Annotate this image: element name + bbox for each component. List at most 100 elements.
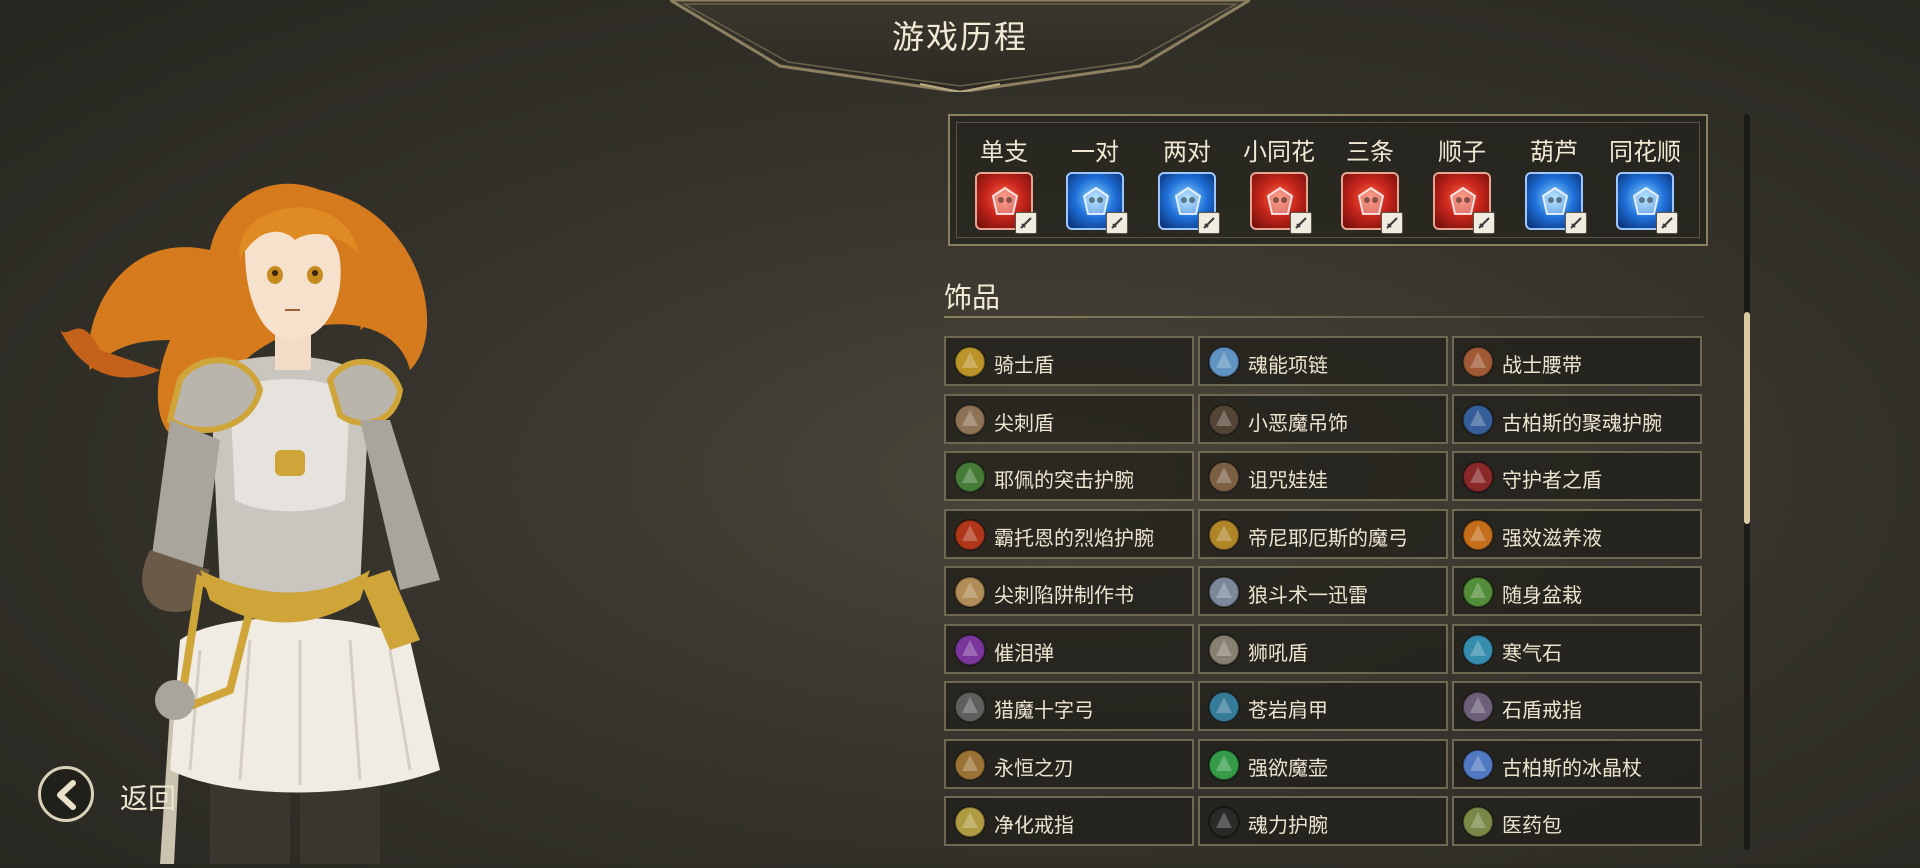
accessory-item-label: 狮吼盾 bbox=[1248, 640, 1308, 665]
hand-type-3[interactable]: 两对 bbox=[1141, 132, 1233, 234]
accessory-item[interactable]: 医药包 bbox=[1452, 796, 1702, 846]
accessory-item[interactable]: 催泪弹 bbox=[944, 623, 1194, 674]
character-portrait bbox=[60, 170, 540, 864]
accessory-item[interactable]: 帝尼耶厄斯的魔弓 bbox=[1198, 508, 1448, 559]
accessory-item[interactable]: 古柏斯的冰晶杖 bbox=[1452, 738, 1702, 789]
potted-plant-icon bbox=[1458, 572, 1498, 612]
back-arrow-icon bbox=[38, 766, 94, 822]
back-button[interactable]: 返回 bbox=[38, 764, 198, 828]
accessory-item[interactable]: 魂能项链 bbox=[1198, 336, 1448, 386]
hand-type-1[interactable]: 单支 bbox=[958, 132, 1050, 234]
accessory-item-label: 魂能项链 bbox=[1248, 353, 1328, 377]
accessory-item[interactable]: 狼斗术一迅雷 bbox=[1198, 566, 1448, 616]
accessory-item-label: 狼斗术一迅雷 bbox=[1248, 583, 1368, 607]
hand-type-2[interactable]: 一对 bbox=[1049, 132, 1141, 234]
header-banner: 游戏历程 bbox=[670, 0, 1250, 92]
accessory-item[interactable]: 魂力护腕 bbox=[1198, 796, 1448, 846]
accessory-item-label: 古柏斯的聚魂护腕 bbox=[1502, 410, 1662, 435]
section-title-accessories: 饰品 bbox=[944, 281, 1001, 314]
sword-slash-icon bbox=[1250, 172, 1312, 234]
accessory-item[interactable]: 苍岩肩甲 bbox=[1198, 681, 1448, 731]
lion-crest-icon bbox=[1158, 172, 1220, 234]
purify-ring-icon bbox=[950, 802, 990, 842]
shield-badge-icon bbox=[1198, 212, 1220, 234]
accessory-item[interactable]: 净化戒指 bbox=[944, 796, 1194, 846]
soul-bracer-icon bbox=[1458, 400, 1498, 440]
accessory-item[interactable]: 骑士盾 bbox=[944, 336, 1194, 386]
accessory-item[interactable]: 守护者之盾 bbox=[1452, 451, 1702, 501]
greed-pot-icon bbox=[1204, 745, 1244, 785]
hand-type-label: 顺子 bbox=[1438, 138, 1486, 166]
skull-flame-icon bbox=[975, 172, 1037, 234]
accessory-item[interactable]: 强欲魔壶 bbox=[1198, 738, 1448, 789]
hand-type-6[interactable]: 顺子 bbox=[1416, 132, 1508, 234]
accessory-item-label: 强效滋养液 bbox=[1502, 525, 1602, 550]
accessory-item[interactable]: 猎魔十字弓 bbox=[944, 681, 1194, 731]
accessory-item[interactable]: 诅咒娃娃 bbox=[1198, 451, 1448, 501]
sword-badge-icon bbox=[1015, 212, 1037, 234]
guardian-shield-icon bbox=[1458, 457, 1498, 497]
stone-ring-icon bbox=[1458, 687, 1498, 727]
flame-bracer-icon bbox=[950, 515, 990, 555]
crossbow-icon bbox=[950, 687, 990, 727]
magic-bow-icon bbox=[1204, 515, 1244, 555]
accessory-item-label: 魂力护腕 bbox=[1248, 813, 1328, 837]
accessory-item[interactable]: 寒气石 bbox=[1452, 623, 1702, 674]
accessory-item-label: 尖刺陷阱制作书 bbox=[994, 583, 1134, 607]
accessory-item[interactable]: 随身盆栽 bbox=[1452, 566, 1702, 616]
accessory-item-label: 寒气石 bbox=[1502, 640, 1562, 665]
scrollbar-thumb[interactable] bbox=[1744, 312, 1750, 524]
accessory-item[interactable]: 尖刺陷阱制作书 bbox=[944, 566, 1194, 616]
lion-shield-icon bbox=[1204, 630, 1244, 670]
hand-type-label: 三条 bbox=[1346, 138, 1394, 166]
accessory-item[interactable]: 尖刺盾 bbox=[944, 393, 1194, 444]
sword-badge-icon bbox=[1381, 212, 1403, 234]
accessory-item[interactable]: 小恶魔吊饰 bbox=[1198, 393, 1448, 444]
accessory-item[interactable]: 战士腰带 bbox=[1452, 336, 1702, 386]
hand-type-7[interactable]: 葫芦 bbox=[1508, 132, 1600, 234]
hand-type-5[interactable]: 三条 bbox=[1324, 132, 1416, 234]
accessory-item-label: 苍岩肩甲 bbox=[1248, 698, 1328, 722]
accessory-item-label: 净化戒指 bbox=[994, 813, 1074, 837]
accessory-item[interactable]: 强效滋养液 bbox=[1452, 508, 1702, 559]
trap-book-icon bbox=[950, 572, 990, 612]
accessory-item[interactable]: 石盾戒指 bbox=[1452, 681, 1702, 731]
accessory-item-label: 医药包 bbox=[1502, 813, 1562, 837]
accessory-item-label: 守护者之盾 bbox=[1502, 468, 1602, 492]
blue-shield-icon bbox=[1066, 172, 1128, 234]
spiked-shield-icon bbox=[950, 400, 990, 440]
accessory-item[interactable]: 永恒之刃 bbox=[944, 738, 1194, 789]
accessory-item[interactable]: 耶佩的突击护腕 bbox=[944, 451, 1194, 501]
accessory-item-label: 耶佩的突击护腕 bbox=[994, 468, 1134, 492]
potion-icon bbox=[1458, 515, 1498, 555]
accessory-item[interactable]: 古柏斯的聚魂护腕 bbox=[1452, 393, 1702, 444]
medkit-icon bbox=[1458, 802, 1498, 842]
accessory-item-label: 小恶魔吊饰 bbox=[1248, 410, 1348, 435]
sword-badge-icon bbox=[1290, 212, 1312, 234]
accessory-item-label: 随身盆栽 bbox=[1502, 583, 1582, 607]
hand-type-8[interactable]: 同花顺 bbox=[1599, 132, 1691, 234]
tome-icon bbox=[1204, 572, 1244, 612]
shield-badge-icon bbox=[1106, 212, 1128, 234]
sword-badge-icon bbox=[1656, 212, 1678, 234]
accessory-item-label: 诅咒娃娃 bbox=[1248, 468, 1328, 492]
sword-badge-icon bbox=[1473, 212, 1495, 234]
dragon-strike-icon bbox=[1616, 172, 1678, 234]
eternal-blade-icon bbox=[950, 745, 990, 785]
accessory-item[interactable]: 霸托恩的烈焰护腕 bbox=[944, 508, 1194, 559]
accessory-item[interactable]: 狮吼盾 bbox=[1198, 623, 1448, 674]
hand-type-label: 一对 bbox=[1071, 138, 1119, 166]
assault-bracer-icon bbox=[950, 457, 990, 497]
back-label: 返回 bbox=[120, 782, 177, 815]
claw-strike-icon bbox=[1433, 172, 1495, 234]
hand-type-4[interactable]: 小同花 bbox=[1233, 132, 1325, 234]
accessory-item-label: 战士腰带 bbox=[1502, 353, 1582, 377]
poker-hands-panel: 单支 一对 两对 小同花 三条 顺子 葫芦 同花顺 bbox=[948, 114, 1708, 246]
tear-bomb-icon bbox=[950, 630, 990, 670]
ice-staff-icon bbox=[1458, 745, 1498, 785]
accessory-item-label: 古柏斯的冰晶杖 bbox=[1502, 755, 1642, 780]
hand-type-label: 单支 bbox=[980, 138, 1028, 166]
skull-flame-icon bbox=[1341, 172, 1403, 234]
page-title: 游戏历程 bbox=[891, 18, 1028, 56]
pauldron-icon bbox=[1204, 687, 1244, 727]
